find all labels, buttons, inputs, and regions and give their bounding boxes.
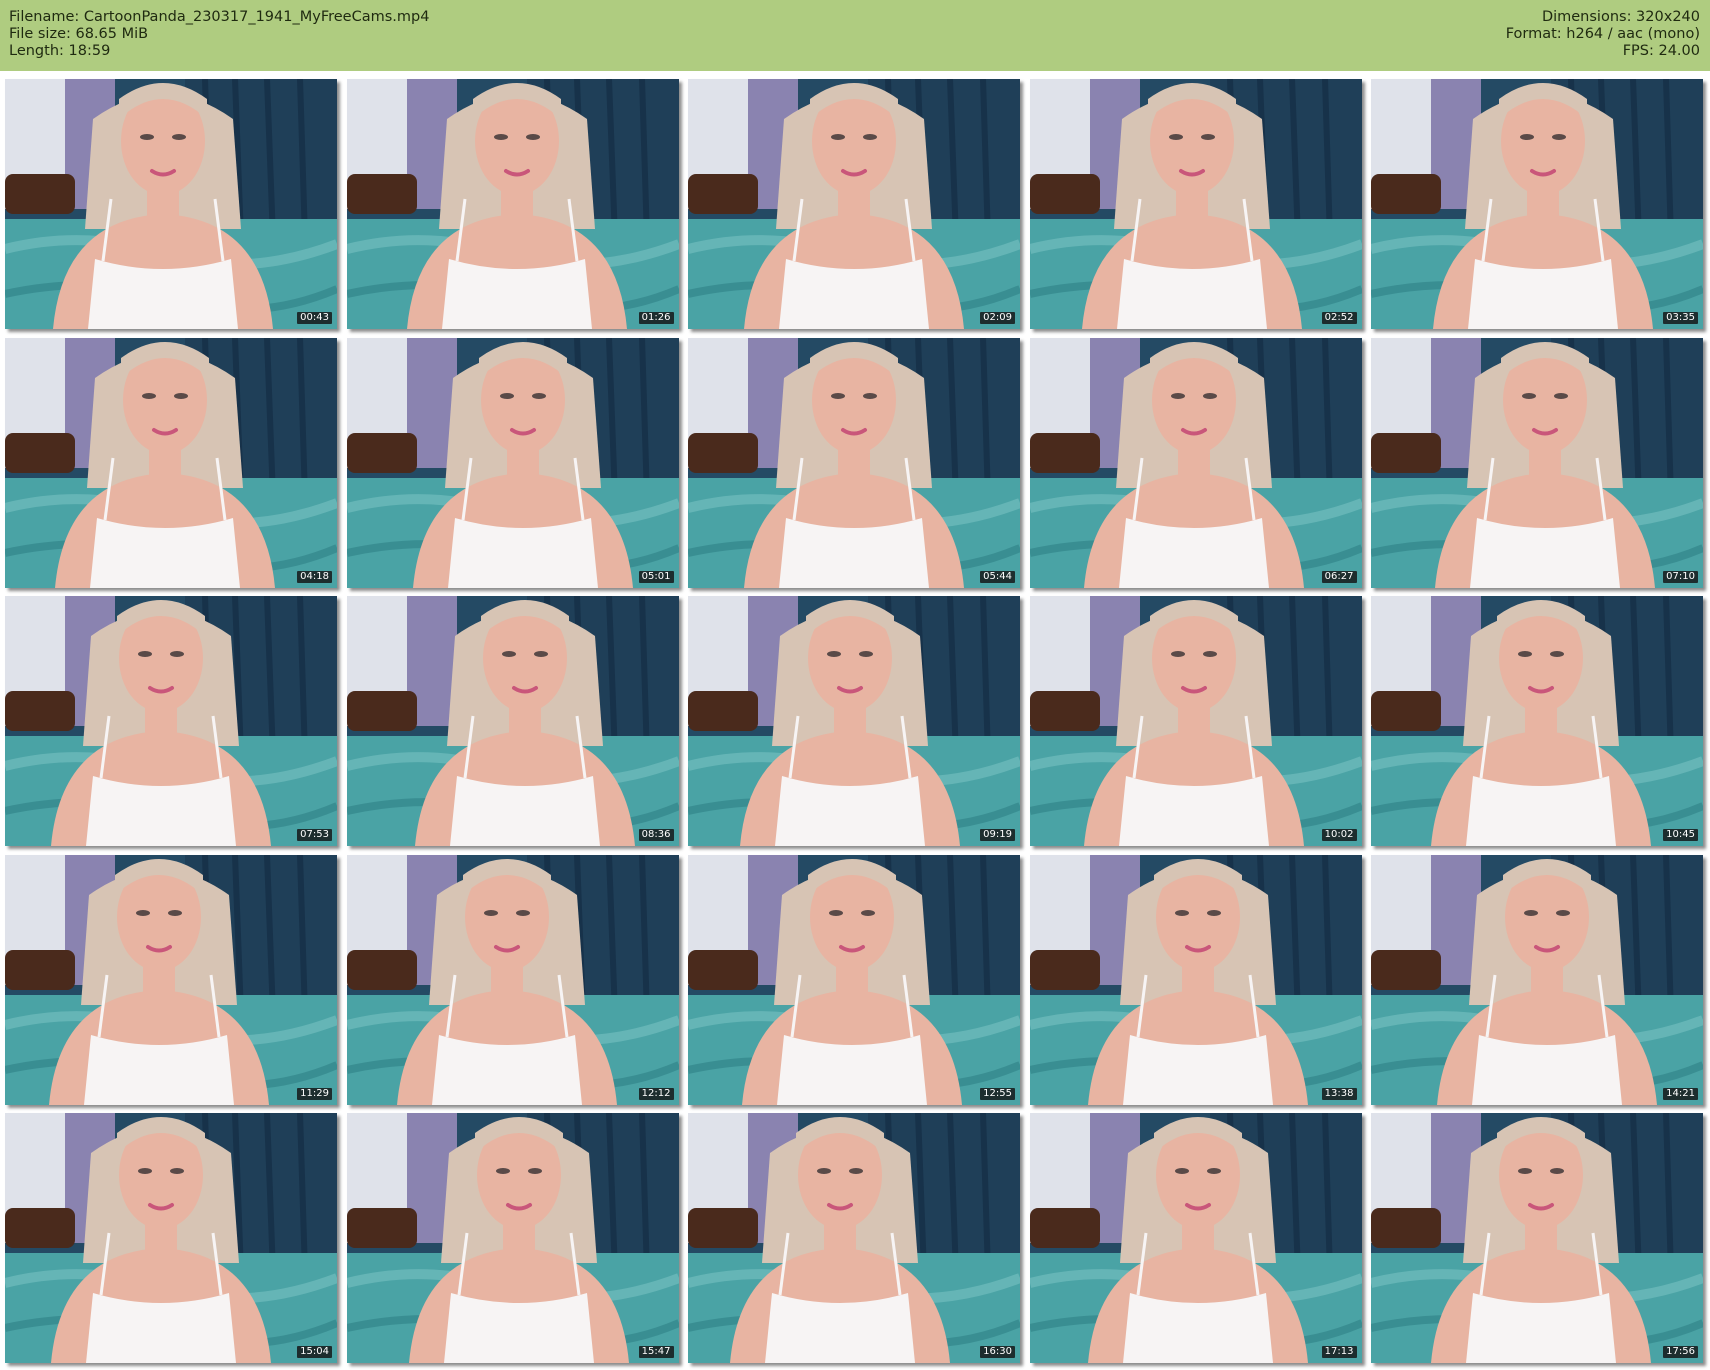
- thumbnail-frame: 01:26: [346, 79, 679, 329]
- frame-image: [1029, 854, 1362, 1105]
- frame-image: [688, 79, 1020, 329]
- timestamp-label: 06:27: [1321, 570, 1357, 583]
- timestamp-label: 05:01: [638, 570, 674, 583]
- length-text: Length: 18:59: [9, 43, 111, 59]
- frame-image: [688, 854, 1020, 1105]
- frame-image: [1371, 854, 1703, 1105]
- thumbnail-frame: 09:19: [688, 596, 1020, 846]
- frame-image: [5, 337, 337, 588]
- frame-image: [346, 337, 679, 588]
- timestamp-label: 11:29: [297, 1087, 332, 1100]
- timestamp-label: 02:52: [1321, 312, 1357, 324]
- timestamp-label: 15:04: [297, 1346, 332, 1358]
- thumbnail-frame: 16:30: [688, 1113, 1020, 1363]
- thumbnail-frame: 10:45: [1371, 596, 1703, 846]
- timestamp-label: 10:02: [1321, 829, 1357, 841]
- frame-image: [5, 1113, 337, 1363]
- timestamp-label: 01:26: [638, 312, 674, 324]
- file-info-left: Filename: CartoonPanda_230317_1941_MyFre…: [9, 9, 429, 60]
- frame-image: [346, 1113, 679, 1363]
- format-text: Format: h264 / aac (mono): [1505, 26, 1700, 42]
- timestamp-label: 17:13: [1321, 1346, 1357, 1358]
- frame-image: [1029, 1113, 1362, 1363]
- thumbnail-frame: 07:53: [5, 596, 337, 846]
- thumbnail-frame: 12:55: [688, 854, 1020, 1105]
- timestamp-label: 13:38: [1321, 1087, 1357, 1100]
- info-header: Filename: CartoonPanda_230317_1941_MyFre…: [0, 0, 1710, 71]
- frame-image: [688, 1113, 1020, 1363]
- thumbnail-frame: 12:12: [346, 854, 679, 1105]
- filename-text: Filename: CartoonPanda_230317_1941_MyFre…: [9, 9, 430, 25]
- thumbnail-frame: 14:21: [1371, 854, 1703, 1105]
- timestamp-label: 15:47: [638, 1346, 674, 1358]
- frame-image: [1029, 596, 1362, 846]
- thumbnail-frame: 17:13: [1029, 1113, 1362, 1363]
- timestamp-label: 10:45: [1663, 829, 1698, 841]
- timestamp-label: 07:53: [297, 829, 332, 841]
- timestamp-label: 14:21: [1663, 1087, 1698, 1100]
- fps-text: FPS: 24.00: [1622, 43, 1700, 59]
- thumbnail-frame: 15:47: [346, 1113, 679, 1363]
- frame-image: [1371, 337, 1703, 588]
- frame-image: [5, 79, 337, 329]
- thumbnail-frame: 02:52: [1029, 79, 1362, 329]
- thumbnail-frame: 08:36: [346, 596, 679, 846]
- thumbnail-frame: 07:10: [1371, 337, 1703, 588]
- filesize-text: File size: 68.65 MiB: [9, 26, 149, 42]
- thumbnail-frame: 06:27: [1029, 337, 1362, 588]
- frame-image: [5, 596, 337, 846]
- timestamp-label: 12:55: [980, 1087, 1015, 1100]
- frame-image: [1371, 79, 1703, 329]
- frame-image: [688, 596, 1020, 846]
- thumbnail-frame: 13:38: [1029, 854, 1362, 1105]
- timestamp-label: 17:56: [1663, 1346, 1698, 1358]
- frame-image: [346, 854, 679, 1105]
- frame-image: [688, 337, 1020, 588]
- frame-image: [1029, 79, 1362, 329]
- frame-image: [346, 79, 679, 329]
- timestamp-label: 16:30: [980, 1346, 1015, 1358]
- thumbnail-frame: 05:01: [346, 337, 679, 588]
- frame-image: [1029, 337, 1362, 588]
- thumbnail-frame: 15:04: [5, 1113, 337, 1363]
- timestamp-label: 12:12: [638, 1087, 674, 1100]
- timestamp-label: 07:10: [1663, 570, 1698, 583]
- file-info-right: Dimensions: 320x240 Format: h264 / aac (…: [1506, 9, 1700, 60]
- frame-image: [1371, 596, 1703, 846]
- thumbnail-frame: 05:44: [688, 337, 1020, 588]
- frame-image: [346, 596, 679, 846]
- frame-image: [1371, 1113, 1703, 1363]
- dimensions-text: Dimensions: 320x240: [1541, 9, 1700, 25]
- frame-image: [5, 854, 337, 1105]
- thumbnail-frame: 04:18: [5, 337, 337, 588]
- thumbnail-frame: 00:43: [5, 79, 337, 329]
- timestamp-label: 04:18: [297, 570, 332, 583]
- timestamp-label: 09:19: [980, 829, 1015, 841]
- thumbnail-frame: 17:56: [1371, 1113, 1703, 1363]
- timestamp-label: 05:44: [980, 570, 1015, 583]
- timestamp-label: 08:36: [638, 829, 674, 841]
- timestamp-label: 03:35: [1663, 312, 1698, 324]
- thumbnail-frame: 02:09: [688, 79, 1020, 329]
- timestamp-label: 02:09: [980, 312, 1015, 324]
- thumbnail-frame: 10:02: [1029, 596, 1362, 846]
- thumbnail-frame: 11:29: [5, 854, 337, 1105]
- thumbnail-grid: 00:43 01:26 02:09 02:52 03:35 04:18 05:01 05:44…: [5, 79, 1705, 1367]
- timestamp-label: 00:43: [297, 312, 332, 324]
- thumbnail-frame: 03:35: [1371, 79, 1703, 329]
